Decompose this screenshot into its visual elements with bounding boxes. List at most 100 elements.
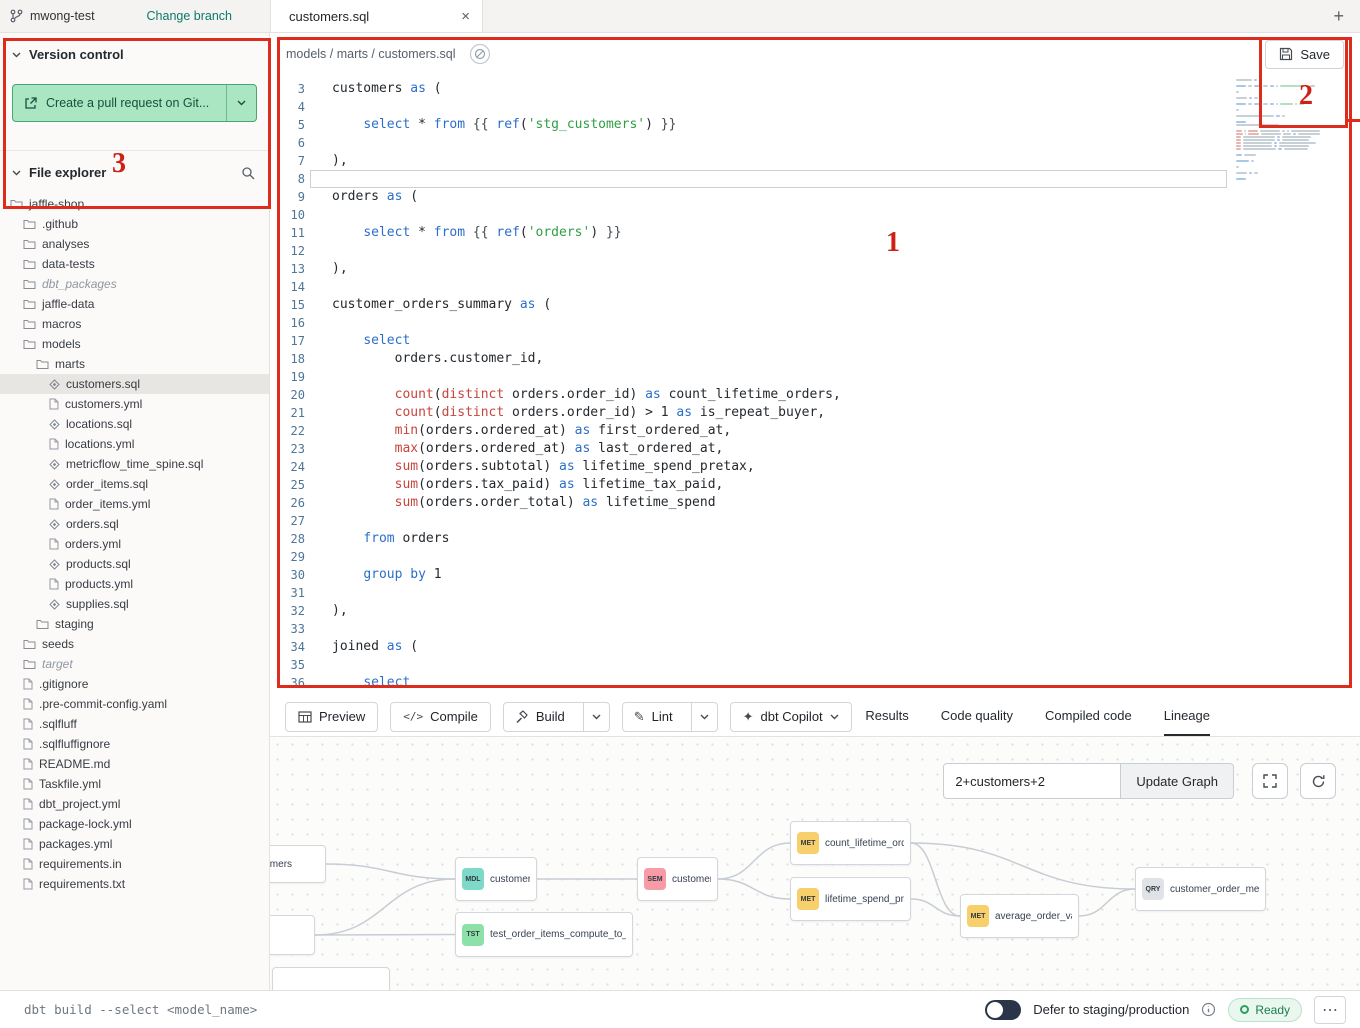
tree-item-dbt_project.yml[interactable]: dbt_project.yml: [0, 794, 269, 814]
code-line-28[interactable]: from orders: [310, 530, 1227, 548]
code-editor[interactable]: 3456789101112131415161718192021222324252…: [270, 75, 1360, 697]
tree-item-products.yml[interactable]: products.yml: [0, 574, 269, 594]
code-line-24[interactable]: sum(orders.subtotal) as lifetime_spend_p…: [310, 458, 1227, 476]
compile-button[interactable]: </> Compile: [390, 702, 491, 732]
create-pull-request-main[interactable]: Create a pull request on Git...: [13, 85, 226, 121]
code-line-14[interactable]: [310, 278, 1227, 296]
tree-item-staging[interactable]: staging: [0, 614, 269, 634]
close-icon[interactable]: ×: [461, 9, 470, 24]
tree-item-customers.yml[interactable]: customers.yml: [0, 394, 269, 414]
lineage-node-customers_sem[interactable]: SEMcustomers: [637, 857, 718, 901]
tree-item-package-lock.yml[interactable]: package-lock.yml: [0, 814, 269, 834]
tree-item-target[interactable]: target: [0, 654, 269, 674]
add-tab-button[interactable]: +: [1333, 7, 1344, 25]
code-line-7[interactable]: ),: [310, 152, 1227, 170]
tab-code-quality[interactable]: Code quality: [941, 697, 1013, 736]
code-line-34[interactable]: joined as (: [310, 638, 1227, 656]
lineage-selector-input[interactable]: [943, 763, 1121, 799]
lineage-node-customer_order_metrics[interactable]: QRYcustomer_order_metrics: [1135, 867, 1266, 911]
update-graph-button[interactable]: Update Graph: [1121, 763, 1234, 799]
code-line-3[interactable]: customers as (: [310, 80, 1227, 98]
code-line-9[interactable]: orders as (: [310, 188, 1227, 206]
tree-item-jaffle-data[interactable]: jaffle-data: [0, 294, 269, 314]
code-line-21[interactable]: count(distinct orders.order_id) > 1 as i…: [310, 404, 1227, 422]
tree-item-seeds[interactable]: seeds: [0, 634, 269, 654]
info-icon[interactable]: [1201, 1002, 1216, 1017]
code-line-31[interactable]: [310, 584, 1227, 602]
tree-item-order_items.yml[interactable]: order_items.yml: [0, 494, 269, 514]
code-line-29[interactable]: [310, 548, 1227, 566]
code-lines[interactable]: customers as ( select * from {{ ref('stg…: [310, 80, 1227, 692]
search-icon[interactable]: [241, 166, 255, 180]
pull-request-dropdown[interactable]: [226, 85, 256, 121]
defer-toggle[interactable]: [985, 1000, 1021, 1020]
refresh-button[interactable]: [1300, 763, 1336, 799]
tree-item-.gitignore[interactable]: .gitignore: [0, 674, 269, 694]
version-control-header[interactable]: Version control: [0, 47, 269, 62]
tab-results[interactable]: Results: [865, 697, 908, 736]
lineage-panel[interactable]: stg_customersordersMDLcustomersSEMcustom…: [270, 737, 1360, 990]
code-line-19[interactable]: [310, 368, 1227, 386]
code-line-36[interactable]: select: [310, 674, 1227, 692]
editor-assist-icon[interactable]: [468, 42, 492, 66]
tree-item-README.md[interactable]: README.md: [0, 754, 269, 774]
code-line-12[interactable]: [310, 242, 1227, 260]
code-line-25[interactable]: sum(orders.tax_paid) as lifetime_tax_pai…: [310, 476, 1227, 494]
lint-dropdown[interactable]: [691, 703, 717, 731]
tree-item-marts[interactable]: marts: [0, 354, 269, 374]
code-line-27[interactable]: [310, 512, 1227, 530]
code-line-26[interactable]: sum(orders.order_total) as lifetime_spen…: [310, 494, 1227, 512]
code-line-30[interactable]: group by 1: [310, 566, 1227, 584]
build-button[interactable]: Build: [503, 702, 610, 732]
minimap[interactable]: [1236, 79, 1320, 181]
tree-item-locations.yml[interactable]: locations.yml: [0, 434, 269, 454]
tree-item-jaffle-shop[interactable]: jaffle-shop: [0, 194, 269, 214]
tab-compiled-code[interactable]: Compiled code: [1045, 697, 1132, 736]
tree-item-requirements.txt[interactable]: requirements.txt: [0, 874, 269, 894]
dbt-copilot-button[interactable]: ✦ dbt Copilot: [730, 702, 852, 732]
tree-item-packages.yml[interactable]: packages.yml: [0, 834, 269, 854]
code-line-33[interactable]: [310, 620, 1227, 638]
code-line-22[interactable]: min(orders.ordered_at) as first_ordered_…: [310, 422, 1227, 440]
lineage-node-average_order_value[interactable]: METaverage_order_value: [960, 894, 1079, 938]
tree-item-macros[interactable]: macros: [0, 314, 269, 334]
lineage-node-lifetime_spend_pretax[interactable]: METlifetime_spend_pretax: [790, 877, 911, 921]
tree-item-locations.sql[interactable]: locations.sql: [0, 414, 269, 434]
tree-item-requirements.in[interactable]: requirements.in: [0, 854, 269, 874]
lineage-node-test_order_items[interactable]: TSTtest_order_items_compute_to_bools...: [455, 912, 633, 957]
tree-item-dbt_packages[interactable]: dbt_packages: [0, 274, 269, 294]
lineage-node-customers_mdl[interactable]: MDLcustomers: [455, 857, 537, 901]
tree-item-supplies.sql[interactable]: supplies.sql: [0, 594, 269, 614]
more-options-button[interactable]: ⋯: [1314, 996, 1346, 1024]
tree-item-.github[interactable]: .github: [0, 214, 269, 234]
code-line-5[interactable]: select * from {{ ref('stg_customers') }}: [310, 116, 1227, 134]
lineage-node-stg_customers[interactable]: stg_customers: [270, 845, 326, 883]
tree-item-.sqlfluff[interactable]: .sqlfluff: [0, 714, 269, 734]
code-line-15[interactable]: customer_orders_summary as (: [310, 296, 1227, 314]
tree-item-orders.yml[interactable]: orders.yml: [0, 534, 269, 554]
save-button[interactable]: Save: [1265, 40, 1344, 69]
file-explorer-header[interactable]: File explorer: [0, 151, 269, 190]
code-line-8[interactable]: [310, 170, 1227, 188]
code-line-18[interactable]: orders.customer_id,: [310, 350, 1227, 368]
tree-item-Taskfile.yml[interactable]: Taskfile.yml: [0, 774, 269, 794]
tree-item-metricflow_time_spine.sql[interactable]: metricflow_time_spine.sql: [0, 454, 269, 474]
code-line-13[interactable]: ),: [310, 260, 1227, 278]
tree-item-customers.sql[interactable]: customers.sql: [0, 374, 269, 394]
status-badge[interactable]: Ready: [1228, 998, 1302, 1022]
tab-lineage[interactable]: Lineage: [1164, 697, 1210, 736]
code-line-17[interactable]: select: [310, 332, 1227, 350]
tree-item-.pre-commit-config.yaml[interactable]: .pre-commit-config.yaml: [0, 694, 269, 714]
tree-item-orders.sql[interactable]: orders.sql: [0, 514, 269, 534]
create-pull-request-button[interactable]: Create a pull request on Git...: [12, 84, 257, 122]
code-line-16[interactable]: [310, 314, 1227, 332]
build-main[interactable]: Build: [504, 703, 576, 731]
tab-customers-sql[interactable]: customers.sql ×: [270, 0, 483, 32]
build-dropdown[interactable]: [583, 703, 609, 731]
code-line-4[interactable]: [310, 98, 1227, 116]
code-line-10[interactable]: [310, 206, 1227, 224]
tree-item-.sqlfluffignore[interactable]: .sqlfluffignore: [0, 734, 269, 754]
lineage-node-count_lifetime_orders[interactable]: METcount_lifetime_orders: [790, 821, 911, 865]
tree-item-analyses[interactable]: analyses: [0, 234, 269, 254]
tree-item-order_items.sql[interactable]: order_items.sql: [0, 474, 269, 494]
